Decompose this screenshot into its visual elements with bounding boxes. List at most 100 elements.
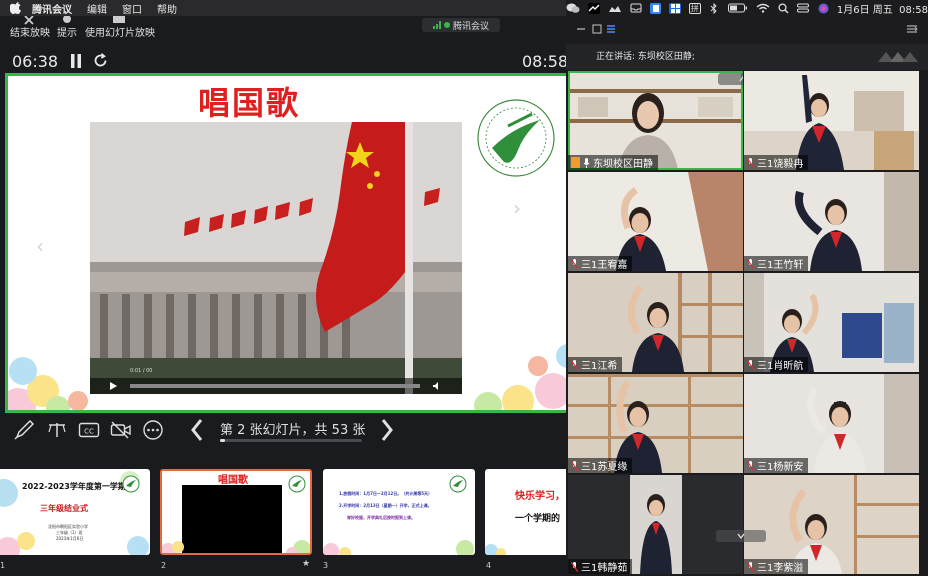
host-badge-icon: [571, 157, 580, 168]
current-slide[interactable]: ‹ › 唱国歌 0:01 / 00: [5, 73, 578, 413]
thumb-1-number: 1: [0, 561, 6, 570]
battery-icon[interactable]: [728, 3, 748, 14]
slide-counter: 第 2 张幻灯片，共 53 张: [220, 423, 366, 438]
elapsed-timer: 06:38: [12, 52, 59, 71]
thumb-3-line3: 穿好校服，开学典礼后按时报到上课。: [347, 515, 415, 520]
scroll-up-button[interactable]: [718, 73, 743, 85]
tile-label: 三1王宥嘉: [568, 256, 633, 271]
participant-name: 东坝校区田静: [593, 159, 653, 170]
bird-icon[interactable]: [588, 2, 600, 14]
layout-icon[interactable]: [906, 24, 918, 34]
menu-edit[interactable]: 编辑: [87, 1, 107, 16]
pause-icon[interactable]: [70, 54, 82, 68]
video-tile[interactable]: 三1肖昕航: [744, 273, 919, 372]
thumbnail-slide-3[interactable]: 1.放假时间：1月7日—2月12日。（共计周等5天） 2.开学时间：2月13日（…: [323, 469, 475, 555]
pen-icon[interactable]: [14, 420, 36, 440]
volume-icon[interactable]: [432, 381, 442, 391]
signal-icon: [432, 21, 441, 29]
participant-name: 三1江希: [581, 361, 618, 372]
thumb-4-line2: 一个学期的: [515, 514, 561, 524]
meeting-logo-icon: [878, 52, 918, 62]
pinyin-label: 拼: [690, 3, 699, 13]
thumb-1-line1: 2022-2023学年度第一学期: [22, 482, 126, 491]
video-tile[interactable]: 三1江希: [568, 273, 743, 372]
play-icon[interactable]: [108, 381, 118, 391]
video-tile[interactable]: 东坝校区田静: [568, 71, 743, 170]
thumbnail-slide-1[interactable]: 2022-2023学年度第一学期 三年级结业式 沈阳市朝阳区实验小学 三年级（1…: [0, 469, 150, 555]
chevron-up-icon: [739, 75, 743, 82]
tray-icon[interactable]: [630, 3, 642, 14]
tile-label: 三1韩静茹: [568, 559, 633, 574]
presenter-toolbar: 结束放映 提示 使用幻灯片放映 腾讯会议: [0, 16, 566, 42]
end-show-button[interactable]: 结束放映: [10, 24, 50, 39]
more-options-icon[interactable]: [142, 420, 164, 440]
tile-label: 三1王竹轩: [744, 256, 809, 271]
menu-app-name[interactable]: 腾讯会议: [32, 1, 72, 16]
thumb-3-line2: 2.开学时间：2月13日（星期一）开学，正式上课。: [339, 503, 432, 508]
meeting-label: 腾讯会议: [452, 21, 489, 32]
thumb-3-number: 3: [323, 561, 329, 570]
chevron-down-icon: [737, 533, 745, 540]
school-logo: [477, 99, 555, 177]
wifi-icon[interactable]: [756, 3, 770, 14]
video-tile[interactable]: 三1杨新安: [744, 374, 919, 473]
mic-muted-icon: [747, 561, 754, 572]
video-seek-bar[interactable]: [130, 384, 420, 388]
hint-button[interactable]: 提示: [57, 24, 77, 39]
cloud-icon[interactable]: [608, 3, 622, 14]
tile-label: 三1饶毅冉: [744, 155, 809, 170]
tile-label: 三1杨新安: [744, 458, 809, 473]
thumb-4-line1: 快乐学习，: [515, 491, 565, 502]
previous-slide-icon[interactable]: [190, 418, 204, 442]
doc-icon[interactable]: [650, 2, 662, 14]
meeting-indicator[interactable]: 腾讯会议: [422, 18, 500, 32]
video-tile[interactable]: 三1饶毅冉: [744, 71, 919, 170]
video-tile[interactable]: 三1苏夏缘: [568, 374, 743, 473]
next-slide-icon[interactable]: [380, 418, 394, 442]
thumbnail-slide-2[interactable]: 唱国歌: [160, 469, 312, 555]
pinyin-icon[interactable]: 拼: [688, 2, 701, 14]
menu-help[interactable]: 帮助: [157, 1, 177, 16]
subtitles-icon[interactable]: CC: [78, 420, 100, 440]
video-tile[interactable]: 三1李紫溢: [744, 475, 919, 574]
mic-muted-icon: [747, 157, 754, 168]
reload-icon[interactable]: [93, 53, 108, 68]
minimize-icon[interactable]: [576, 24, 586, 34]
presenter-view: 结束放映 提示 使用幻灯片放映 腾讯会议 06:38 08:58 ‹ › 唱国歌…: [0, 16, 578, 576]
tile-label: 三1苏夏缘: [568, 458, 633, 473]
search-icon[interactable]: [778, 2, 789, 14]
scroll-down-button[interactable]: [716, 530, 766, 542]
mic-on-icon: [583, 157, 590, 168]
apple-icon[interactable]: [9, 2, 22, 15]
bluetooth-icon[interactable]: [709, 2, 720, 14]
grid-icon[interactable]: [669, 2, 681, 14]
participants-panel: 正在讲话: 东坝校区田静; 东坝校区田静 三1饶毅冉 三1王宥嘉 三1王竹轩 三…: [566, 16, 928, 576]
siri-icon[interactable]: [817, 3, 829, 14]
mic-muted-icon: [571, 258, 578, 269]
decor-right: [474, 344, 575, 410]
participant-name: 三1李紫溢: [757, 563, 804, 574]
participant-name: 三1苏夏缘: [581, 462, 628, 473]
speaking-text: 正在讲话: 东坝校区田静;: [596, 52, 695, 62]
tile-label: 三1江希: [568, 357, 623, 372]
control-center-icon[interactable]: [797, 3, 810, 14]
thumb-1-line2: 三年级结业式: [40, 504, 88, 513]
use-slideshow-button[interactable]: 使用幻灯片放映: [85, 24, 155, 39]
camera-off-icon[interactable]: [110, 420, 132, 440]
menubar-datetime[interactable]: 1月6日 周五 08:58: [837, 1, 928, 16]
menu-window[interactable]: 窗口: [122, 1, 142, 16]
window-icon[interactable]: [592, 24, 602, 34]
video-tile[interactable]: 三1王竹轩: [744, 172, 919, 271]
thumb-4-number: 4: [486, 561, 492, 570]
anthem-video[interactable]: 0:01 / 00: [90, 122, 462, 394]
mic-muted-icon: [747, 258, 754, 269]
wechat-icon[interactable]: [566, 3, 580, 14]
thumbnail-slide-4[interactable]: 快乐学习， 一个学期的: [485, 469, 566, 555]
slide-thumbnails: 2022-2023学年度第一学期 三年级结业式 沈阳市朝阳区实验小学 三年级（1…: [0, 469, 566, 576]
thumb-2-number: 2: [161, 561, 167, 570]
laser-pointer-icon[interactable]: [46, 420, 68, 440]
slide-progress-fill: [220, 439, 226, 442]
list-view-icon[interactable]: [606, 24, 616, 34]
video-tile[interactable]: 三1王宥嘉: [568, 172, 743, 271]
video-tile[interactable]: 三1韩静茹: [568, 475, 743, 574]
